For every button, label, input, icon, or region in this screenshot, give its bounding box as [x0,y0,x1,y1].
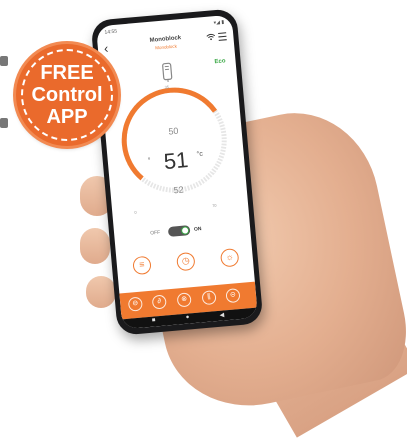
eco-badge[interactable]: Eco [214,58,225,65]
sun-button[interactable]: ☼ [220,248,240,268]
drop-icon[interactable]: ⊝ [225,288,240,303]
temp-unit-right: °c [196,151,203,159]
list-icon: ≡ [139,259,145,269]
sun-icon: ☼ [225,251,234,262]
thermometer-icon[interactable]: ⊖ [128,297,143,312]
status-icons: ▾◢ ▮ [213,19,224,26]
promo-scene: 14:55 ▾◢ ▮ ‹ Monoblock Monoblock ☰ Eco [0,0,407,394]
home-button[interactable]: ● [185,314,189,320]
eco-label: Eco [214,58,225,65]
finger [80,228,110,264]
power-toggle[interactable] [168,225,191,237]
phone-screen: 14:55 ▾◢ ▮ ‹ Monoblock Monoblock ☰ Eco [96,15,258,330]
menu-icon[interactable]: ☰ [217,30,228,44]
chart-icon[interactable]: ⫼ [201,290,216,305]
gear-icon[interactable]: ⊗ [177,292,192,307]
status-time: 14:55 [104,29,117,36]
list-button[interactable]: ≡ [132,256,152,276]
timer-icon[interactable]: ∂ [152,294,167,309]
finger [86,276,116,308]
power-toggle-row: OFF ON [114,219,251,243]
free-app-badge: FREE Control APP [16,44,118,146]
scale-max-label: 70 [212,203,217,208]
badge-line-2: Control [16,84,118,107]
badge-line-1: FREE [16,62,118,85]
power-on-label: ON [194,226,202,233]
power-off-label: OFF [150,230,160,237]
clip-top [0,56,8,66]
wifi-icon [206,33,216,43]
scale-min-label: 0 [134,210,137,215]
toggle-knob [181,226,190,235]
recents-button[interactable]: ■ [152,317,156,323]
clock-icon: ◷ [181,255,190,266]
back-button[interactable]: ◀ [219,311,224,318]
clip-bottom [0,118,8,128]
smartphone: 14:55 ▾◢ ▮ ‹ Monoblock Monoblock ☰ Eco [91,8,264,336]
badge-line-3: APP [16,106,118,129]
clock-button[interactable]: ◷ [176,252,196,272]
scale-top-label: 35 [164,84,169,89]
